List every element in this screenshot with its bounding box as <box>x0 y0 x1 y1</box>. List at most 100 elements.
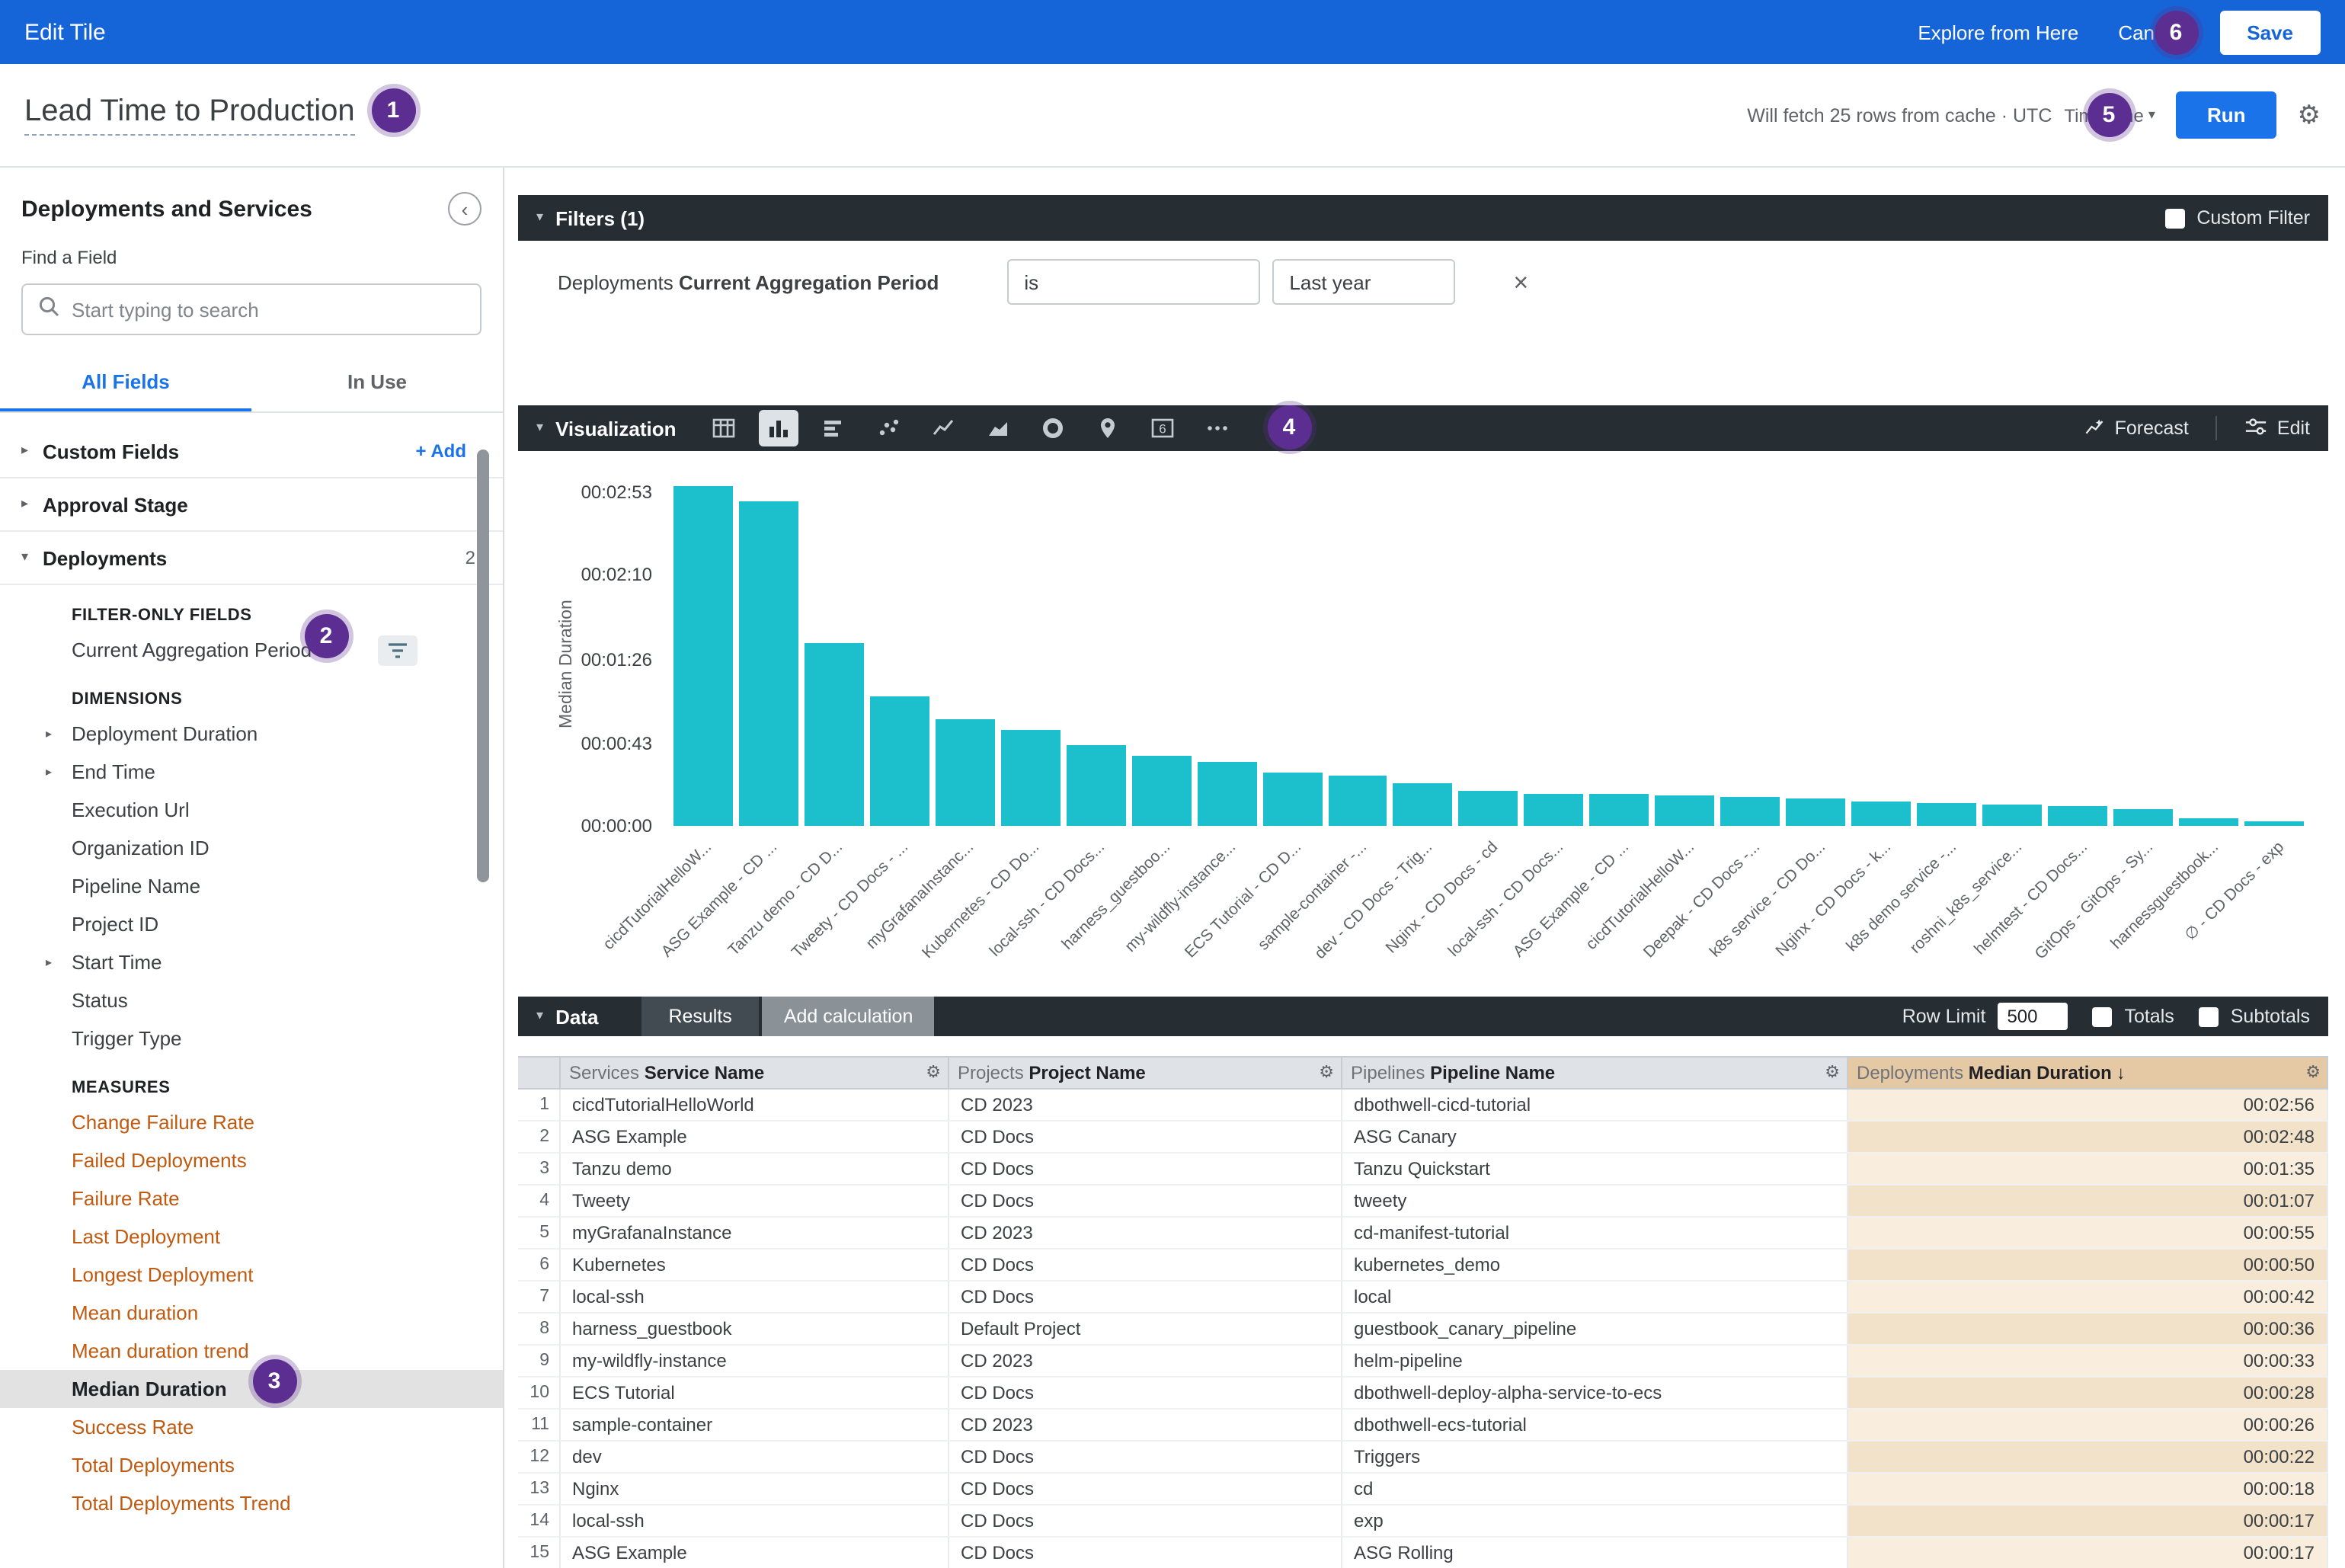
chart-bar[interactable] <box>1721 797 1780 826</box>
column-header-median-duration[interactable]: Deployments Median Duration↓⚙ <box>1847 1057 2327 1089</box>
field-item-start-time[interactable]: ▸Start Time <box>0 943 503 981</box>
field-item-status[interactable]: Status <box>0 981 503 1019</box>
visualization-header: ▾ Visualization 6 Forecast <box>518 405 2328 451</box>
settings-gear-icon[interactable]: ⚙ <box>2298 100 2321 130</box>
field-item-median-duration[interactable]: Median Duration <box>0 1370 503 1408</box>
scatter-chart-icon[interactable] <box>869 410 908 446</box>
chart-bar[interactable] <box>936 720 995 826</box>
chart-bar[interactable] <box>739 502 798 826</box>
field-item-mean-duration-trend[interactable]: Mean duration trend <box>0 1332 503 1370</box>
totals-label: Totals <box>2124 1006 2174 1027</box>
chart-bar[interactable] <box>1524 793 1584 826</box>
column-header-project-name[interactable]: Projects Project Name⚙ <box>948 1057 1341 1089</box>
field-group-deployments[interactable]: ▾Deployments2 <box>0 532 503 585</box>
chart-bar[interactable] <box>1786 799 1845 826</box>
collapse-sidebar-button[interactable]: ‹ <box>448 192 481 226</box>
filter-field-button[interactable] <box>378 635 417 665</box>
field-item-mean-duration[interactable]: Mean duration <box>0 1294 503 1332</box>
field-item-pipeline-name[interactable]: Pipeline Name <box>0 867 503 905</box>
chart-bar[interactable] <box>2244 822 2304 826</box>
run-button[interactable]: Run <box>2177 91 2276 139</box>
single-value-icon[interactable]: 6 <box>1143 410 1182 446</box>
totals-checkbox[interactable] <box>2092 1006 2112 1026</box>
field-item-longest-deployment[interactable]: Longest Deployment <box>0 1256 503 1294</box>
row-number: 12 <box>518 1441 559 1473</box>
field-item-organization-id[interactable]: Organization ID <box>0 829 503 867</box>
chart-bar[interactable] <box>2179 818 2238 826</box>
caret-down-icon[interactable]: ▾ <box>536 1009 543 1024</box>
gear-icon[interactable]: ⚙ <box>1319 1062 1334 1082</box>
column-header-service-name[interactable]: Services Service Name⚙ <box>559 1057 948 1089</box>
field-item-total-deployments-trend[interactable]: Total Deployments Trend <box>0 1484 503 1522</box>
add-custom-field-button[interactable]: + Add <box>416 440 466 462</box>
table-cell: ASG Rolling <box>1341 1537 1847 1568</box>
table-cell: 00:01:07 <box>1847 1185 2327 1217</box>
gear-icon[interactable]: ⚙ <box>2305 1062 2321 1082</box>
gear-icon[interactable]: ⚙ <box>1825 1062 1840 1082</box>
chart-bar[interactable] <box>1262 772 1322 826</box>
table-icon[interactable] <box>704 410 744 446</box>
chart-bar[interactable] <box>870 696 929 826</box>
chart-bar[interactable] <box>1982 805 2042 826</box>
table-cell: CD Docs <box>948 1505 1341 1537</box>
chart-bar[interactable] <box>1131 757 1191 826</box>
field-item-last-deployment[interactable]: Last Deployment <box>0 1218 503 1256</box>
add-calculation-button[interactable]: Add calculation <box>763 997 935 1036</box>
field-item-total-deployments[interactable]: Total Deployments <box>0 1446 503 1484</box>
field-item-deployment-duration[interactable]: ▸Deployment Duration <box>0 715 503 753</box>
column-chart-icon[interactable] <box>759 410 798 446</box>
tile-title-input[interactable]: Lead Time to Production <box>24 94 355 136</box>
line-chart-icon[interactable] <box>923 410 963 446</box>
bar-chart-icon[interactable] <box>814 410 853 446</box>
chart-bar[interactable] <box>1590 793 1649 826</box>
caret-down-icon[interactable]: ▾ <box>536 210 543 226</box>
save-button[interactable]: Save <box>2219 10 2321 54</box>
chart-bar[interactable] <box>1851 801 1911 826</box>
field-group-custom-fields[interactable]: ▸Custom Fields+ Add <box>0 425 503 478</box>
chart-bar[interactable] <box>1459 791 1518 826</box>
field-item-project-id[interactable]: Project ID <box>0 905 503 943</box>
field-item-end-time[interactable]: ▸End Time <box>0 753 503 791</box>
gear-icon[interactable]: ⚙ <box>926 1062 941 1082</box>
chart-bar[interactable] <box>1066 745 1125 826</box>
field-item-success-rate[interactable]: Success Rate <box>0 1408 503 1446</box>
forecast-button[interactable]: Forecast <box>2083 415 2189 441</box>
field-item-current-aggregation-period[interactable]: Current Aggregation Period <box>0 631 503 669</box>
chart-bar[interactable] <box>805 643 864 826</box>
chart-bar[interactable] <box>2113 808 2173 826</box>
chart-bar[interactable] <box>1328 776 1387 826</box>
edit-visualization-button[interactable]: Edit <box>2245 415 2310 441</box>
chart-bar[interactable] <box>1917 803 1976 826</box>
field-item-execution-url[interactable]: Execution Url <box>0 791 503 829</box>
column-header-pipeline-name[interactable]: Pipelines Pipeline Name⚙ <box>1341 1057 1847 1089</box>
chart-bar[interactable] <box>2048 807 2107 826</box>
remove-filter-button[interactable]: × <box>1513 269 1528 295</box>
tab-in-use[interactable]: In Use <box>251 357 503 411</box>
area-chart-icon[interactable] <box>978 410 1018 446</box>
field-item-failure-rate[interactable]: Failure Rate <box>0 1179 503 1218</box>
field-item-trigger-type[interactable]: Trigger Type <box>0 1019 503 1058</box>
caret-down-icon[interactable]: ▾ <box>536 421 543 436</box>
tab-all-fields[interactable]: All Fields <box>0 357 251 411</box>
custom-filter-checkbox[interactable] <box>2164 208 2184 228</box>
filter-value-input[interactable]: Last year <box>1272 259 1455 305</box>
subtotals-checkbox[interactable] <box>2199 1006 2219 1026</box>
field-item-change-failure-rate[interactable]: Change Failure Rate <box>0 1103 503 1141</box>
field-search-input[interactable] <box>72 298 465 321</box>
chart-bar[interactable] <box>1656 795 1715 826</box>
tab-results[interactable]: Results <box>641 997 759 1036</box>
table-cell: CD Docs <box>948 1377 1341 1409</box>
map-icon[interactable] <box>1088 410 1128 446</box>
chart-bar[interactable] <box>673 487 733 826</box>
donut-chart-icon[interactable] <box>1033 410 1073 446</box>
explore-from-here-link[interactable]: Explore from Here <box>1918 21 2078 43</box>
chart-bar[interactable] <box>1393 783 1453 826</box>
chart-bar[interactable] <box>1197 763 1256 827</box>
filter-operator-select[interactable]: is <box>1007 259 1260 305</box>
chart-bar[interactable] <box>1001 729 1061 826</box>
field-group-approval-stage[interactable]: ▸Approval Stage <box>0 478 503 532</box>
more-options-icon[interactable] <box>1198 410 1237 446</box>
row-limit-input[interactable] <box>1998 1003 2068 1030</box>
field-item-failed-deployments[interactable]: Failed Deployments <box>0 1141 503 1179</box>
sidebar-scrollbar[interactable] <box>477 450 489 882</box>
